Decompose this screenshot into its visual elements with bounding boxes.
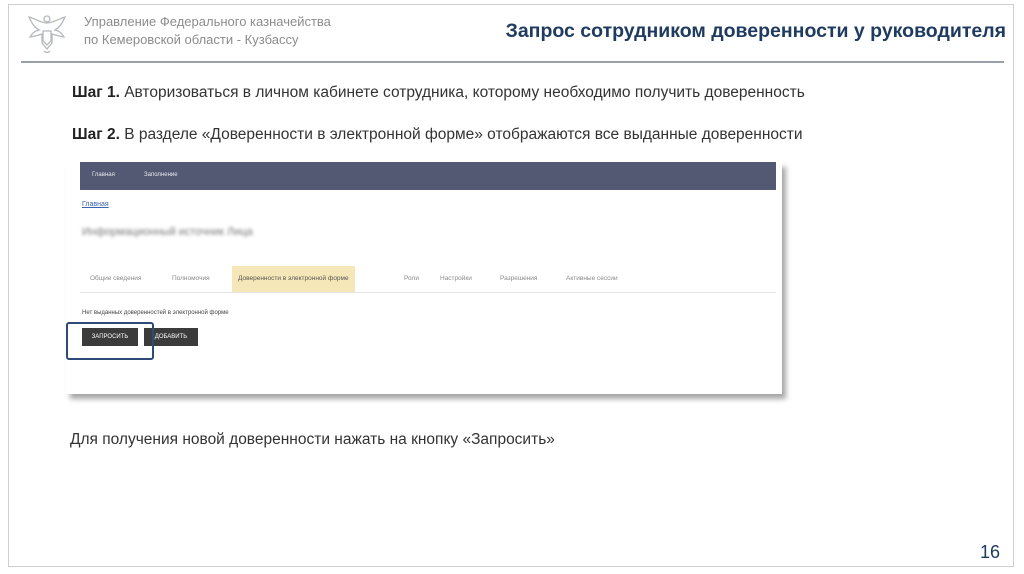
org-line-1: Управление Федерального казначейства — [84, 14, 331, 29]
organization-name: Управление Федерального казначейства по … — [84, 13, 331, 49]
page-number: 16 — [979, 542, 1000, 562]
highlight-frame — [66, 322, 154, 360]
tab-general[interactable]: Общие сведения — [90, 266, 141, 292]
profile-tabs: Общие сведения Полномочия Доверенности в… — [80, 266, 776, 293]
step-1: Шаг 1. Авторизоваться в личном кабинете … — [72, 84, 805, 102]
tab-electronic-poa[interactable]: Доверенности в электронной форме — [232, 266, 355, 292]
embedded-screenshot: Главная Заполнение Главная Информационны… — [66, 162, 782, 394]
tab-settings[interactable]: Настройки — [440, 266, 472, 292]
tab-active-sessions[interactable]: Активные сессии — [566, 266, 618, 292]
instruction-note: Для получения новой доверенности нажать … — [70, 431, 555, 448]
step-1-text: Авторизоваться в личном кабинете сотрудн… — [124, 84, 805, 101]
blurred-user-name: Информационный источник Лица — [82, 226, 253, 238]
step-2: Шаг 2. В разделе «Доверенности в электро… — [72, 126, 803, 144]
title-divider — [21, 61, 1004, 63]
nav-item-fill[interactable]: Заполнение — [144, 172, 178, 178]
tab-roles[interactable]: Роли — [404, 266, 419, 292]
tab-powers[interactable]: Полномочия — [172, 266, 210, 292]
app-navbar: Главная Заполнение — [80, 162, 776, 190]
tab-permissions[interactable]: Разрешения — [500, 266, 537, 292]
empty-notice: Нет выданных доверенностей в электронной… — [82, 310, 229, 316]
org-line-2: по Кемеровской области - Кузбассу — [84, 32, 299, 47]
step-2-text: В разделе «Доверенности в электронной фо… — [124, 126, 803, 143]
step-2-label: Шаг 2. — [72, 126, 120, 143]
nav-item-home[interactable]: Главная — [92, 172, 115, 178]
breadcrumb[interactable]: Главная — [82, 201, 109, 208]
slide-title: Запрос сотрудником доверенности у руково… — [505, 20, 1006, 42]
emblem-icon — [24, 9, 70, 55]
step-1-label: Шаг 1. — [72, 84, 120, 101]
